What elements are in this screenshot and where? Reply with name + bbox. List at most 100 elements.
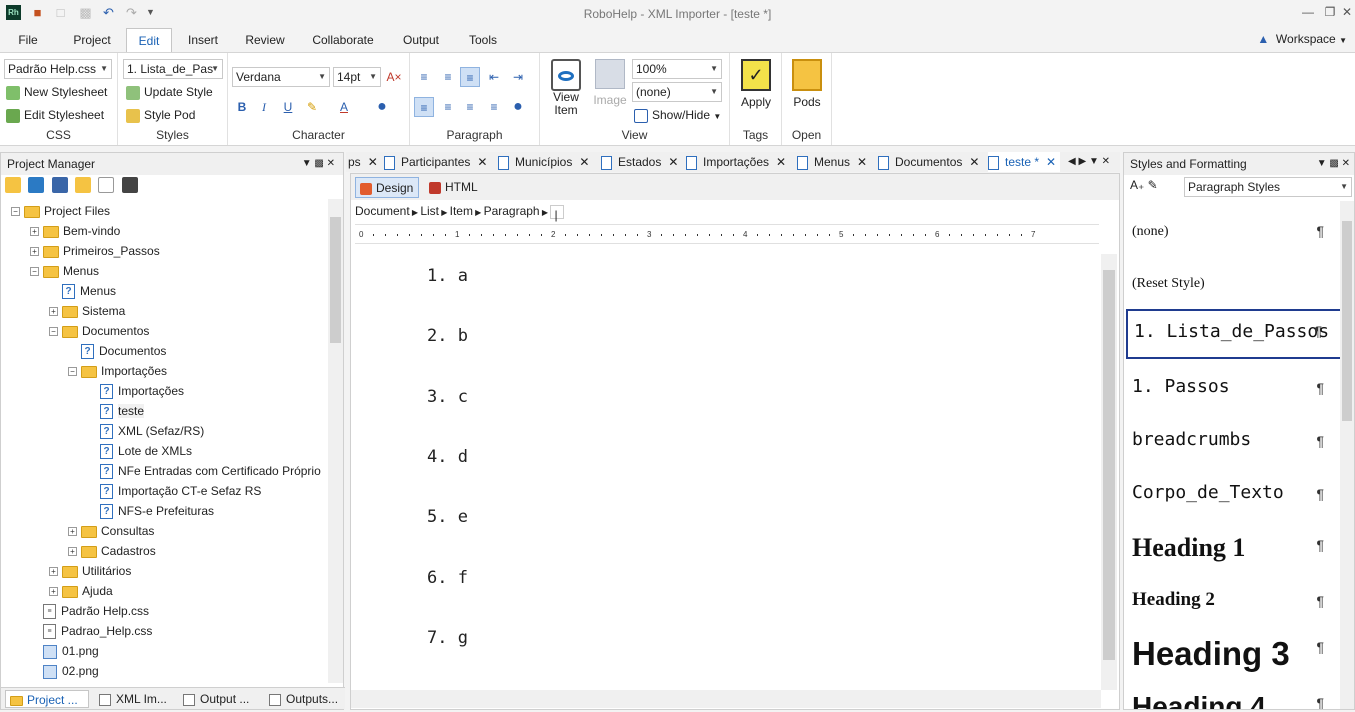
doc-tab-menus[interactable]: Menus ✕ (797, 152, 867, 172)
tree-item[interactable]: ? Menus (49, 281, 116, 301)
list-item[interactable]: 5. e (427, 507, 468, 527)
tab-file[interactable]: File (10, 28, 46, 53)
condition-select[interactable]: (none) ▼ (632, 82, 722, 102)
edit-stylesheet-button[interactable]: Edit Stylesheet (6, 105, 104, 125)
bulleted-list-icon[interactable]: ≡ (438, 67, 458, 87)
style-item[interactable]: Heading 3 ¶ (1126, 627, 1340, 673)
style-item[interactable]: breadcrumbs ¶ (1126, 421, 1340, 467)
filter-icon[interactable] (28, 177, 45, 193)
tree-item[interactable]: − Menus (30, 261, 99, 281)
tree-item[interactable]: + Consultas (68, 521, 154, 541)
document-area[interactable]: 1. a 2. b 3. c 4. d 5. e 6. f 7. g (351, 246, 1099, 686)
restore-icon[interactable]: ❐ (1322, 4, 1338, 20)
panel-options-icon[interactable]: ▼ ▩ ✕ (302, 153, 335, 175)
tree-item[interactable]: ? NFS-e Prefeituras (87, 501, 214, 521)
more-paragraph-icon[interactable]: ● (508, 97, 528, 117)
clear-formatting-icon[interactable]: A× (384, 67, 404, 87)
tree-item[interactable]: ? NFe Entradas com Certificado Próprio (87, 461, 321, 481)
bottom-tab-output[interactable]: Output ... (179, 690, 259, 708)
html-view-button[interactable]: HTML (425, 177, 485, 198)
tree-item[interactable]: − Documentos (49, 321, 149, 341)
tab-project[interactable]: Project (66, 28, 118, 53)
tree-item[interactable]: + Cadastros (68, 541, 156, 561)
zoom-select[interactable]: 100% ▼ (632, 59, 722, 79)
new-folder-icon[interactable] (5, 177, 21, 193)
tab-edit[interactable]: Edit (126, 28, 172, 53)
tree-item[interactable]: ? Importações (87, 381, 184, 401)
tree-item[interactable]: + Ajuda (49, 581, 113, 601)
style-item[interactable]: Heading 2 ¶ (1126, 581, 1340, 627)
doc-tab-participantes[interactable]: Participantes ✕ (384, 152, 487, 172)
tab-insert[interactable]: Insert (182, 28, 224, 53)
bottom-tab-xml-importer[interactable]: XML Im... (95, 690, 173, 708)
editor-horizontal-scrollbar[interactable] (351, 690, 1101, 708)
expand-toggle-icon[interactable]: + (68, 527, 77, 537)
minimize-icon[interactable]: — (1300, 4, 1316, 20)
expand-toggle-icon[interactable]: + (30, 247, 39, 257)
align-center-icon[interactable]: ≡ (438, 97, 458, 117)
tree-item[interactable]: − Project Files (11, 201, 110, 221)
expand-toggle-icon[interactable]: + (30, 227, 39, 237)
expand-toggle-icon[interactable]: + (68, 547, 77, 557)
font-color-icon[interactable]: A (334, 97, 354, 117)
breadcrumb-document[interactable]: Document (355, 204, 410, 218)
style-item[interactable]: (Reset Style) (1126, 263, 1340, 309)
update-style-button[interactable]: Update Style (126, 82, 213, 102)
styles-scrollbar[interactable] (1340, 201, 1354, 709)
new-stylesheet-button[interactable]: New Stylesheet (6, 82, 107, 102)
decrease-indent-icon[interactable]: ⇤ (484, 67, 504, 87)
tree-item[interactable]: ≡ Padrão Help.css (30, 601, 149, 621)
bottom-tab-outputs[interactable]: Outputs... (265, 690, 343, 708)
expand-toggle-icon[interactable]: + (49, 587, 58, 597)
tab-collaborate[interactable]: Collaborate (306, 28, 380, 53)
doc-tab-estados[interactable]: Estados ✕ (601, 152, 678, 172)
style-item[interactable]: Heading 4 ¶ (1126, 683, 1340, 709)
tree-item[interactable]: + Primeiros_Passos (30, 241, 160, 261)
numbered-list-icon[interactable]: ≡ (414, 67, 434, 87)
underline-icon[interactable]: U (278, 97, 298, 117)
workspace-menu[interactable]: ▲ Workspace ▼ (1257, 32, 1347, 46)
expand-toggle-icon[interactable]: − (49, 327, 58, 337)
justify-icon[interactable]: ≡ (484, 97, 504, 117)
tree-item[interactable]: ? Lote de XMLs (87, 441, 192, 461)
design-view-button[interactable]: Design (355, 177, 419, 198)
doc-tab-municipios[interactable]: Municípios ✕ (498, 152, 589, 172)
tree-item[interactable]: ? teste (87, 401, 145, 421)
list-item[interactable]: 2. b (427, 326, 468, 346)
style-item[interactable]: 1. Passos ¶ (1126, 368, 1340, 414)
expand-toggle-icon[interactable]: + (49, 567, 58, 577)
expand-toggle-icon[interactable]: − (11, 207, 20, 217)
expand-toggle-icon[interactable]: − (30, 267, 39, 277)
tree-item[interactable]: 02.png (30, 661, 99, 681)
style-type-select[interactable]: Paragraph Styles ▼ (1184, 177, 1352, 197)
style-item[interactable]: Corpo_de_Texto ¶ (1126, 474, 1340, 520)
align-right-icon[interactable]: ≡ (460, 97, 480, 117)
new-topic-icon[interactable] (98, 177, 115, 193)
list-item[interactable]: 7. g (427, 628, 468, 648)
list-item[interactable]: 1. a (427, 266, 468, 286)
tree-item[interactable]: 01.png (30, 641, 99, 661)
new-style-icon[interactable]: A₊ ✎ (1130, 178, 1158, 192)
find-icon[interactable] (121, 177, 138, 193)
increase-indent-icon[interactable]: ⇥ (508, 67, 528, 87)
expand-toggle-icon[interactable]: + (49, 307, 58, 317)
tab-output[interactable]: Output (396, 28, 446, 53)
breadcrumb-list[interactable]: List (420, 204, 439, 218)
highlight-icon[interactable]: ✎ (302, 97, 322, 117)
list-item[interactable]: 3. c (427, 387, 468, 407)
doc-tab-teste[interactable]: teste * ✕ (988, 152, 1061, 172)
style-item[interactable]: 1. Lista_de_Passos ¶ (1126, 309, 1340, 359)
breadcrumb-item[interactable]: Item (450, 204, 473, 218)
font-size-select[interactable]: 14pt ▼ (333, 67, 381, 87)
style-item[interactable]: Heading 1 ¶ (1126, 525, 1340, 571)
collapse-ribbon-icon[interactable]: ▲ (1257, 32, 1269, 46)
tree-item[interactable]: ? XML (Sefaz/RS) (87, 421, 204, 441)
multilevel-list-icon[interactable]: ≡ (460, 67, 480, 87)
show-hide-button[interactable]: Show/Hide ▼ (634, 105, 721, 125)
breadcrumb-paragraph[interactable]: Paragraph (484, 204, 540, 218)
bold-icon[interactable]: B (232, 97, 252, 117)
doc-tab-ps[interactable]: ps ✕ (348, 152, 378, 172)
doc-tab-nav-icon[interactable]: ◀ ▶ ▼ ✕ (1068, 152, 1110, 172)
styles-panel-options-icon[interactable]: ▼ ▩ ✕ (1317, 153, 1350, 175)
more-character-icon[interactable]: ● (372, 97, 392, 117)
